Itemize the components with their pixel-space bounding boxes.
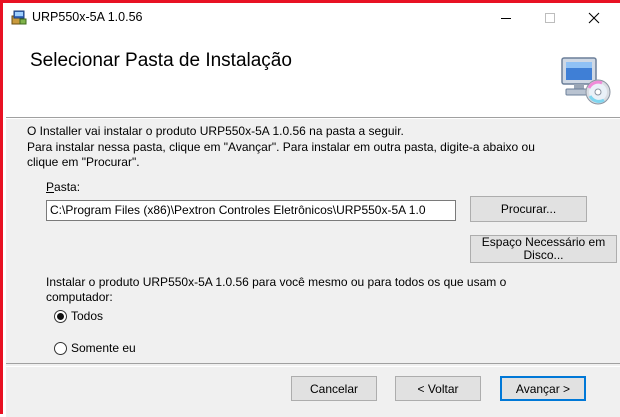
next-button[interactable]: Avançar >: [500, 376, 586, 401]
cancel-button[interactable]: Cancelar: [291, 376, 377, 401]
close-button[interactable]: [572, 6, 616, 30]
browse-button[interactable]: Procurar...: [470, 196, 587, 222]
folder-label-accelerator: P: [46, 180, 55, 194]
footer-divider: [6, 363, 620, 367]
title-bar[interactable]: URP550x-5A 1.0.56: [6, 6, 618, 30]
page-title: Selecionar Pasta de Instalação: [30, 50, 292, 71]
installer-window: URP550x-5A 1.0.56 Selecionar Pasta de In…: [0, 0, 620, 417]
minimize-button[interactable]: [484, 6, 528, 30]
disk-space-button[interactable]: Espaço Necessário em Disco...: [470, 235, 617, 263]
installer-app-icon: [11, 10, 27, 25]
dialog-header: Selecionar Pasta de Instalação: [6, 30, 620, 117]
folder-label: Pasta:: [46, 180, 80, 195]
minimize-icon: [501, 18, 511, 19]
close-icon: [588, 12, 600, 24]
radio-everyone[interactable]: [54, 310, 67, 323]
maximize-icon: [545, 13, 555, 23]
folder-path-input[interactable]: C:\Program Files (x86)\Pextron Controles…: [46, 200, 456, 221]
folder-label-rest: asta:: [54, 180, 81, 194]
back-button[interactable]: < Voltar: [395, 376, 481, 401]
intro-text: O Installer vai instalar o produto URP55…: [27, 124, 404, 138]
instructions-text-line1: Para instalar nessa pasta, clique em "Av…: [27, 140, 535, 154]
install-scope-text-line2: computador:: [46, 290, 113, 304]
install-scope-text-line1: Instalar o produto URP550x-5A 1.0.56 par…: [46, 275, 507, 289]
radio-only-me-label[interactable]: Somente eu: [71, 341, 136, 356]
instructions-text-line2: clique em "Procurar".: [27, 155, 140, 169]
radio-only-me[interactable]: [54, 342, 67, 355]
maximize-button[interactable]: [528, 6, 572, 30]
radio-selected-dot: [57, 313, 64, 320]
radio-everyone-label[interactable]: Todos: [71, 309, 103, 324]
disk-space-label-line2: Disco...: [523, 248, 564, 262]
window-title: URP550x-5A 1.0.56: [32, 10, 143, 24]
computer-disc-icon: [561, 57, 611, 105]
